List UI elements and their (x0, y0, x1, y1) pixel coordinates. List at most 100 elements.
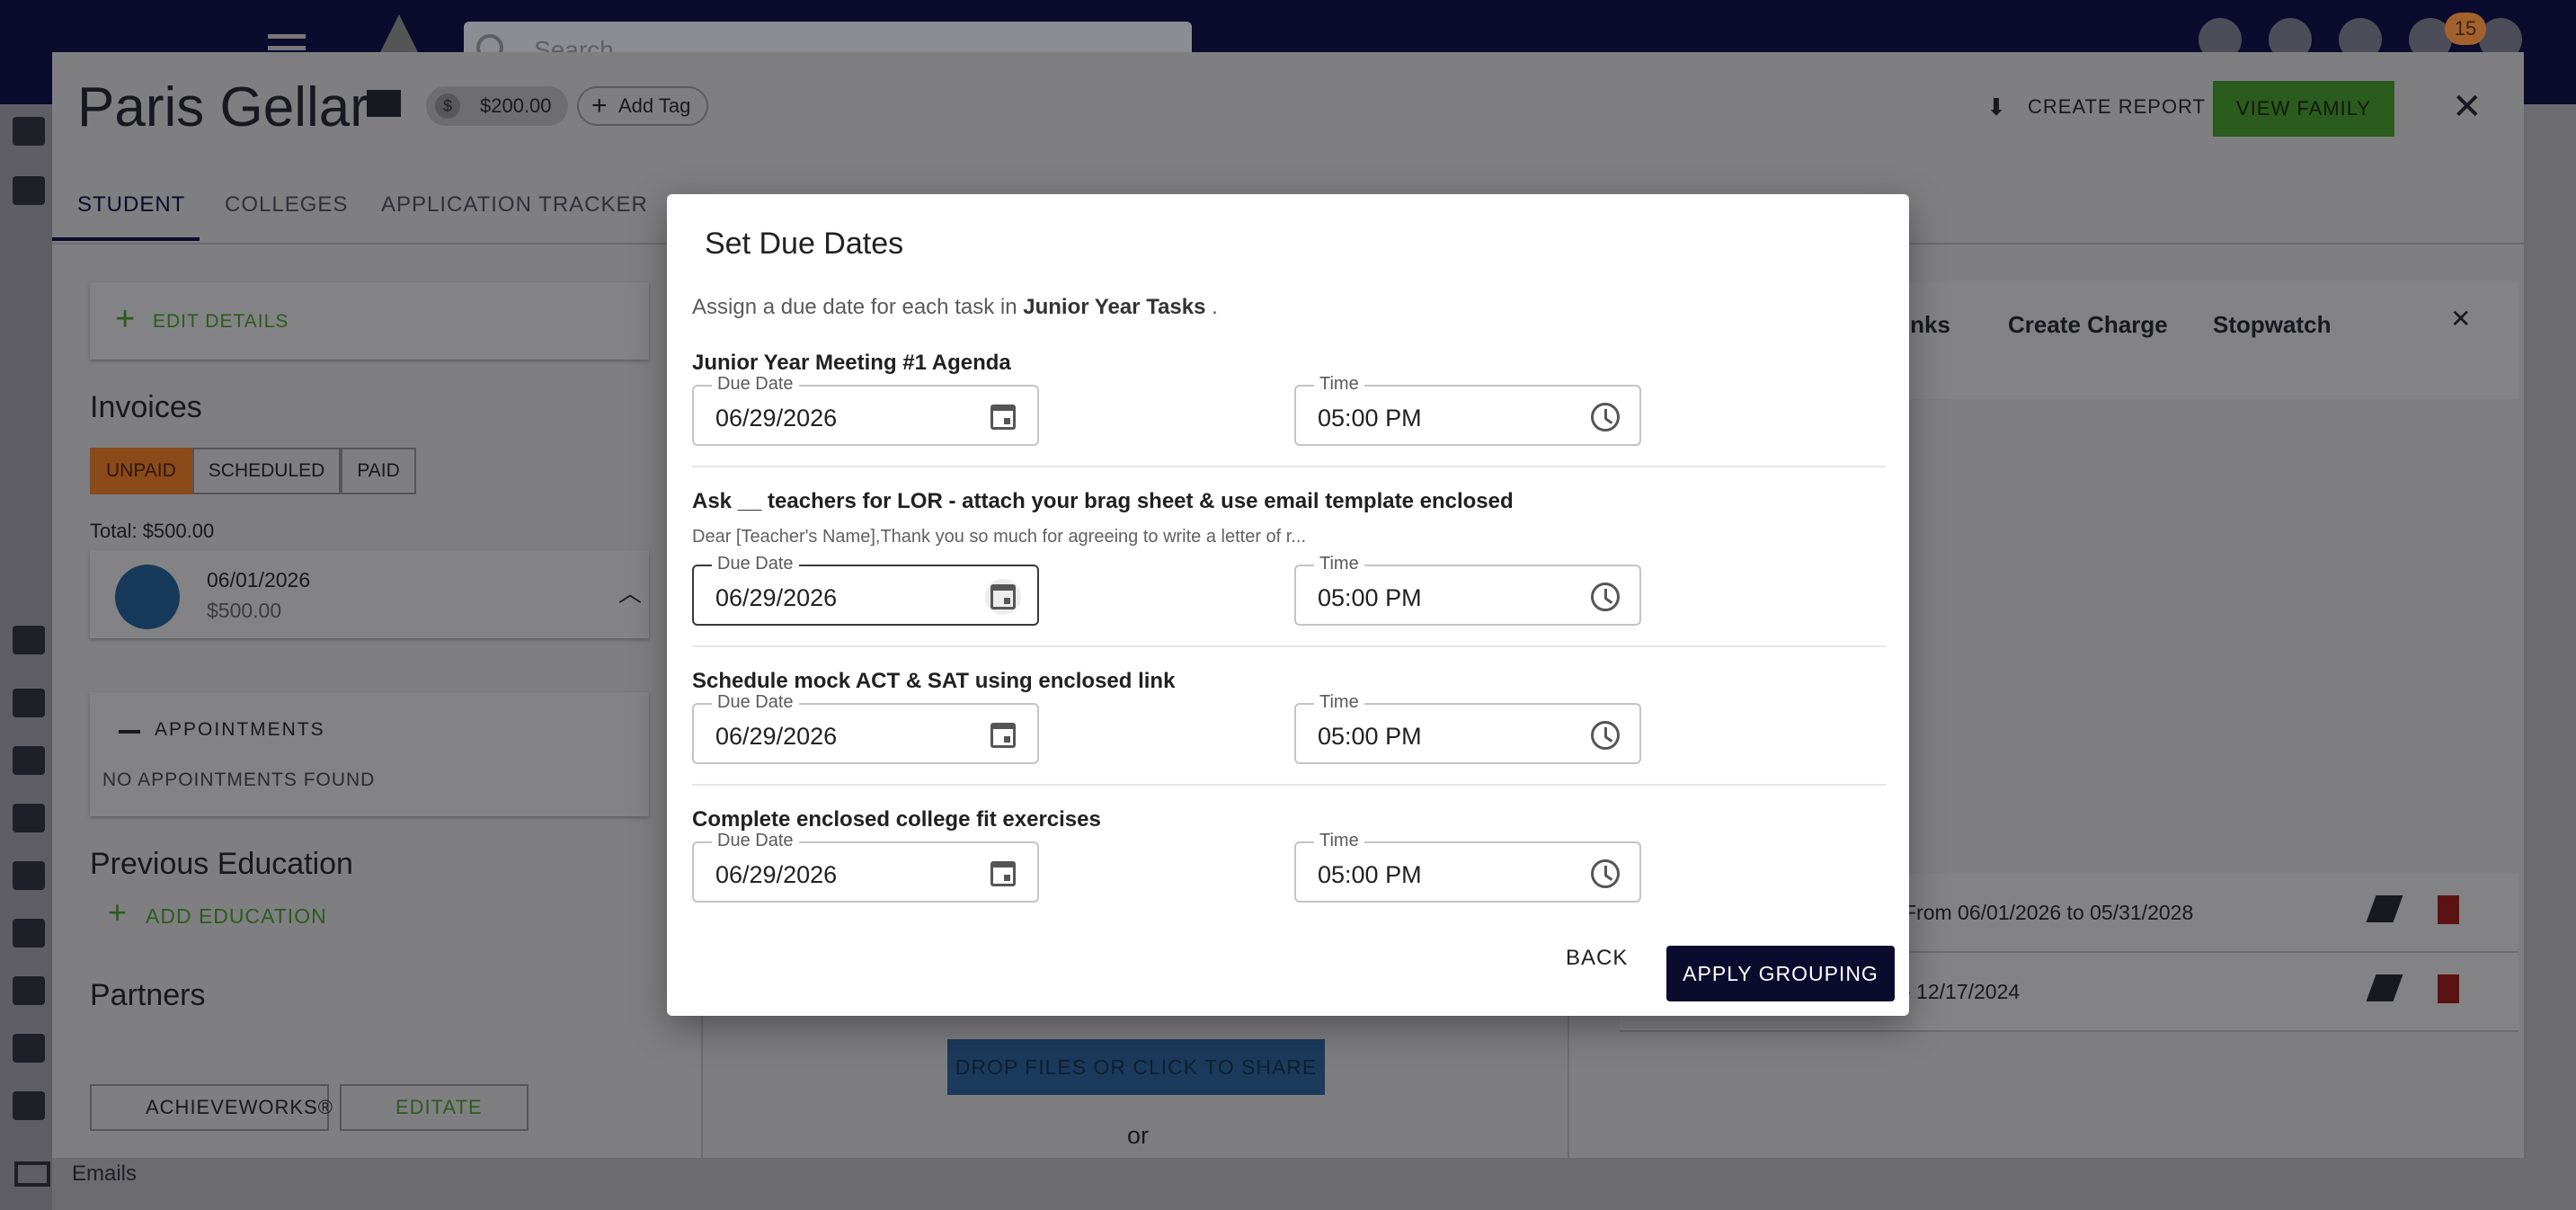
student-header: Paris Gellar $ $200.00 Add Tag ⬇ CREATE … (52, 52, 2524, 165)
dollar-icon: $ (435, 93, 460, 119)
invoice-item[interactable]: 06/01/2026 $500.00 ︿ (90, 550, 649, 638)
email-icon[interactable] (14, 1161, 50, 1187)
time-field[interactable]: Time 05:00 PM (1294, 554, 1641, 626)
create-report-label: CREATE REPORT (2028, 95, 2206, 118)
layers-icon[interactable] (13, 626, 45, 654)
row-text: From 06/01/2026 to 05/31/2028 (1904, 901, 2194, 924)
due-date-value: 06/29/2026 (715, 861, 838, 888)
document-icon[interactable] (13, 1091, 45, 1120)
list-icon[interactable] (13, 861, 45, 890)
time-value: 05:00 PM (1318, 405, 1422, 432)
edit-details-card[interactable]: + EDIT DETAILS (90, 282, 649, 360)
people-icon[interactable] (13, 176, 45, 205)
time-label: Time (1314, 831, 1364, 851)
tab-application-tracker[interactable]: APPLICATION TRACKER (381, 192, 648, 218)
tool-create-charge[interactable]: Create Charge (2008, 311, 2168, 339)
task-title: Ask __ teachers for LOR - attach your br… (692, 489, 1514, 513)
filter-unpaid[interactable]: UNPAID (90, 448, 192, 494)
plus-icon: + (108, 894, 128, 930)
delete-icon[interactable] (2438, 974, 2459, 1003)
invoice-total: Total: $500.00 (90, 520, 215, 542)
sidebar (0, 104, 52, 1210)
previous-education-title: Previous Education (90, 847, 353, 881)
building-icon[interactable] (13, 1034, 45, 1063)
edit-icon[interactable] (2366, 895, 2403, 922)
due-date-label: Due Date (712, 692, 799, 713)
clock-icon[interactable] (1587, 399, 1623, 435)
divider (692, 466, 1886, 467)
subtitle-suffix: . (1205, 295, 1218, 319)
time-label: Time (1314, 692, 1364, 713)
create-report-button[interactable]: ⬇ CREATE REPORT (1986, 93, 2206, 120)
time-field[interactable]: Time 05:00 PM (1294, 692, 1641, 764)
clock-icon[interactable] (1587, 856, 1623, 892)
close-icon[interactable]: ✕ (2452, 86, 2483, 128)
task-item: Schedule mock ACT & SAT using enclosed l… (692, 669, 1886, 694)
partner-achieveworks[interactable]: ACHIEVEWORKS® (90, 1084, 333, 1131)
video-icon[interactable] (13, 919, 45, 948)
or-separator: or (1127, 1122, 1150, 1149)
task-item: Complete enclosed college fit exercises (692, 807, 1886, 832)
divider (692, 784, 1886, 786)
time-field[interactable]: Time 05:00 PM (1294, 831, 1641, 903)
chevron-up-icon[interactable]: ︿ (618, 575, 642, 609)
partner-editate[interactable]: EDITATE (340, 1084, 529, 1131)
mail-icon[interactable] (367, 90, 401, 117)
time-label: Time (1314, 374, 1364, 395)
calendar-icon[interactable] (985, 856, 1021, 892)
apply-grouping-button[interactable]: APPLY GROUPING (1666, 946, 1895, 1001)
filter-paid[interactable]: PAID (341, 448, 416, 494)
task-item: Ask __ teachers for LOR - attach your br… (692, 489, 1886, 547)
checklist-icon[interactable] (13, 804, 45, 832)
collapse-icon[interactable] (119, 730, 140, 734)
dashboard-icon[interactable] (13, 117, 45, 146)
close-icon[interactable]: ✕ (2450, 304, 2471, 334)
calendar-icon[interactable] (985, 579, 1021, 615)
task-title: Complete enclosed college fit exercises (692, 807, 1101, 832)
calendar-icon[interactable] (985, 399, 1021, 435)
edit-details-label: EDIT DETAILS (153, 311, 289, 332)
edit-icon[interactable] (2366, 974, 2403, 1001)
time-label: Time (1314, 554, 1364, 574)
balance-chip[interactable]: $ $200.00 (426, 86, 568, 126)
tool-stopwatch[interactable]: Stopwatch (2213, 311, 2331, 339)
add-education-button[interactable]: ADD EDUCATION (146, 904, 327, 929)
tab-student[interactable]: STUDENT (77, 192, 185, 218)
due-date-field[interactable]: Due Date 06/29/2026 (692, 554, 1039, 626)
invoice-mail-icon (115, 565, 180, 629)
back-button[interactable]: BACK (1566, 946, 1628, 971)
delete-icon[interactable] (2438, 895, 2459, 924)
merge-icon[interactable] (13, 976, 45, 1005)
columns-icon[interactable] (13, 689, 45, 717)
due-date-value: 06/29/2026 (715, 723, 838, 750)
clock-icon[interactable] (1587, 579, 1623, 615)
time-value: 05:00 PM (1318, 861, 1422, 888)
due-date-field[interactable]: Due Date 06/29/2026 (692, 831, 1039, 903)
notification-badge: 15 (2445, 13, 2486, 45)
task-title: Junior Year Meeting #1 Agenda (692, 351, 1011, 375)
set-due-dates-dialog: Set Due Dates Assign a due date for each… (667, 194, 1909, 1016)
due-date-field[interactable]: Due Date 06/29/2026 (692, 692, 1039, 764)
invoice-date: 06/01/2026 (207, 568, 311, 592)
task-title: Schedule mock ACT & SAT using enclosed l… (692, 669, 1176, 693)
add-tag-button[interactable]: Add Tag (577, 86, 709, 126)
sidebar-item-emails[interactable]: Emails (72, 1161, 137, 1187)
tab-colleges[interactable]: COLLEGES (225, 192, 348, 218)
clock-icon[interactable] (1587, 717, 1623, 753)
subtitle-prefix: Assign a due date for each task in (692, 295, 1024, 319)
due-date-label: Due Date (712, 554, 799, 574)
due-date-label: Due Date (712, 831, 799, 851)
dialog-subtitle: Assign a due date for each task in Junio… (692, 295, 1218, 320)
invoices-title: Invoices (90, 390, 202, 424)
filter-scheduled[interactable]: SCHEDULED (191, 448, 342, 494)
due-date-value: 06/29/2026 (715, 405, 838, 432)
calendar-icon[interactable] (985, 717, 1021, 753)
task-description: Dear [Teacher's Name],Thank you so much … (692, 527, 1307, 547)
drop-files-button[interactable]: DROP FILES OR CLICK TO SHARE (947, 1039, 1325, 1095)
due-date-field[interactable]: Due Date 06/29/2026 (692, 374, 1039, 446)
dialog-title: Set Due Dates (705, 227, 904, 261)
time-field[interactable]: Time 05:00 PM (1294, 374, 1641, 446)
partners-title: Partners (90, 978, 206, 1012)
view-family-button[interactable]: VIEW FAMILY (2213, 81, 2394, 137)
handshake-icon[interactable] (13, 746, 45, 775)
